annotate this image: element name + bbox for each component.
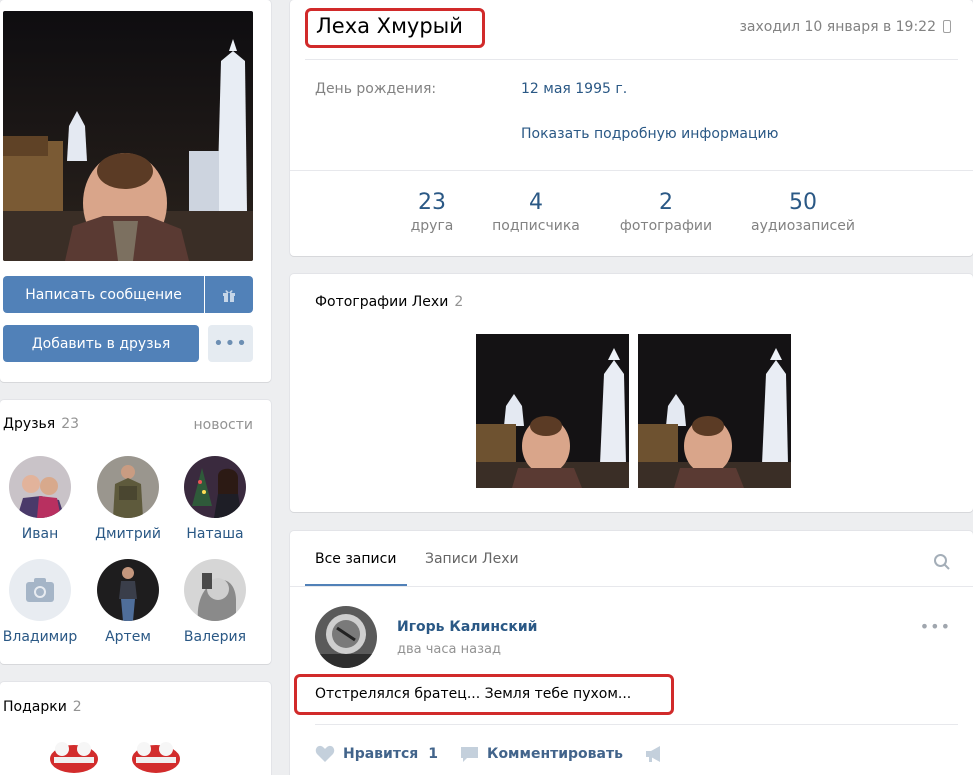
friend-item-artem[interactable]: Артем <box>85 559 171 645</box>
gift-santa-icon <box>132 742 180 773</box>
profile-name: Леха Хмурый <box>316 14 463 38</box>
gifts-heading[interactable]: Подарки 2 <box>3 699 82 715</box>
divider <box>315 724 958 725</box>
photos-card: Фотографии Лехи 2 <box>290 274 973 512</box>
wall-card: Все записи Записи Лехи Игорь Калинский д… <box>290 531 973 775</box>
gifts-count: 2 <box>72 699 82 715</box>
search-icon[interactable] <box>933 553 951 571</box>
friend-name: Валерия <box>183 629 247 645</box>
tab-all-posts[interactable]: Все записи <box>315 551 396 567</box>
comment-button[interactable]: Комментировать <box>460 745 623 763</box>
friend-item-natasha[interactable]: Наташа <box>172 456 258 542</box>
like-label: Нравится <box>343 746 419 762</box>
show-details-link[interactable]: Показать подробную информацию <box>521 126 778 142</box>
post-menu-button[interactable]: ••• <box>920 617 951 636</box>
birthday-value[interactable]: 12 мая 1995 г. <box>521 81 627 97</box>
friend-avatar <box>9 559 71 621</box>
camera-icon <box>26 578 54 602</box>
friend-name: Владимир <box>2 629 78 645</box>
divider <box>290 586 973 587</box>
friend-name: Иван <box>21 526 59 542</box>
post-author-name[interactable]: Игорь Калинский <box>397 619 537 635</box>
gift-item[interactable] <box>46 737 102 775</box>
divider <box>305 59 958 60</box>
stat-number: 50 <box>789 190 817 215</box>
divider <box>290 170 973 171</box>
mobile-icon <box>943 20 951 33</box>
gifts-card: Подарки 2 <box>0 682 271 775</box>
friend-avatar <box>184 559 246 621</box>
birthday-label: День рождения: <box>315 81 437 97</box>
photo-thumbnail[interactable] <box>638 334 791 488</box>
friends-heading[interactable]: Друзья 23 <box>3 416 79 432</box>
photos-count: 2 <box>454 294 464 310</box>
tab-own-posts[interactable]: Записи Лехи <box>425 551 519 567</box>
friend-item-ivan[interactable]: Иван <box>0 456 83 542</box>
more-actions-button[interactable]: ••• <box>208 325 253 362</box>
friend-name: Артем <box>105 629 151 645</box>
stat-number: 2 <box>659 190 673 215</box>
gift-icon <box>223 289 235 302</box>
stat-label: фотографии <box>619 218 713 234</box>
friend-name: Наташа <box>186 526 244 542</box>
post-timestamp[interactable]: два часа назад <box>397 642 501 657</box>
friends-count: 23 <box>61 416 80 432</box>
stat-label: подписчика <box>492 218 580 234</box>
friend-avatar <box>97 456 159 518</box>
megaphone-icon <box>646 746 660 762</box>
last-seen-status: заходил 10 января в 19:22 <box>739 19 936 35</box>
friend-name: Дмитрий <box>95 526 161 542</box>
friend-avatar <box>9 456 71 518</box>
send-gift-button[interactable] <box>205 276 253 313</box>
post-text: Отстрелялся братец... Земля тебе пухом..… <box>315 686 632 702</box>
friends-news-link[interactable]: новости <box>194 417 254 433</box>
post-author-avatar[interactable] <box>315 606 377 668</box>
share-button[interactable] <box>644 745 672 763</box>
friend-avatar <box>97 559 159 621</box>
profile-info-card: Леха Хмурый заходил 10 января в 19:22 Де… <box>290 0 973 256</box>
photos-title: Фотографии Лехи <box>315 294 449 310</box>
friend-item-valeria[interactable]: Валерия <box>172 559 258 645</box>
heart-icon <box>315 745 335 762</box>
gift-santa-icon <box>50 742 98 773</box>
friend-avatar <box>184 456 246 518</box>
comment-label: Комментировать <box>487 746 623 762</box>
stat-followers[interactable]: 4 подписчика <box>466 190 606 234</box>
stat-audio[interactable]: 50 аудиозаписей <box>733 190 873 234</box>
friends-card: Друзья 23 новости Иван Дмитрий Наташа Вла… <box>0 400 271 664</box>
write-message-button[interactable]: Написать сообщение <box>3 276 204 313</box>
like-button[interactable]: Нравится 1 <box>315 745 438 763</box>
profile-photo[interactable] <box>3 11 253 261</box>
stat-number: 4 <box>529 190 543 215</box>
comment-icon <box>461 747 478 762</box>
gift-item[interactable] <box>128 737 184 775</box>
gifts-title: Подарки <box>3 699 67 715</box>
friend-item-vladimir[interactable]: Владимир <box>0 559 83 645</box>
friend-item-dmitry[interactable]: Дмитрий <box>85 456 171 542</box>
stat-photos[interactable]: 2 фотографии <box>596 190 736 234</box>
friends-title: Друзья <box>3 416 56 432</box>
profile-avatar-card: Написать сообщение Добавить в друзья ••• <box>0 0 271 382</box>
stat-label: аудиозаписей <box>751 218 855 234</box>
photos-heading[interactable]: Фотографии Лехи 2 <box>315 294 463 310</box>
add-friend-button[interactable]: Добавить в друзья <box>3 325 199 362</box>
like-count: 1 <box>428 746 439 762</box>
photo-thumbnail[interactable] <box>476 334 629 488</box>
